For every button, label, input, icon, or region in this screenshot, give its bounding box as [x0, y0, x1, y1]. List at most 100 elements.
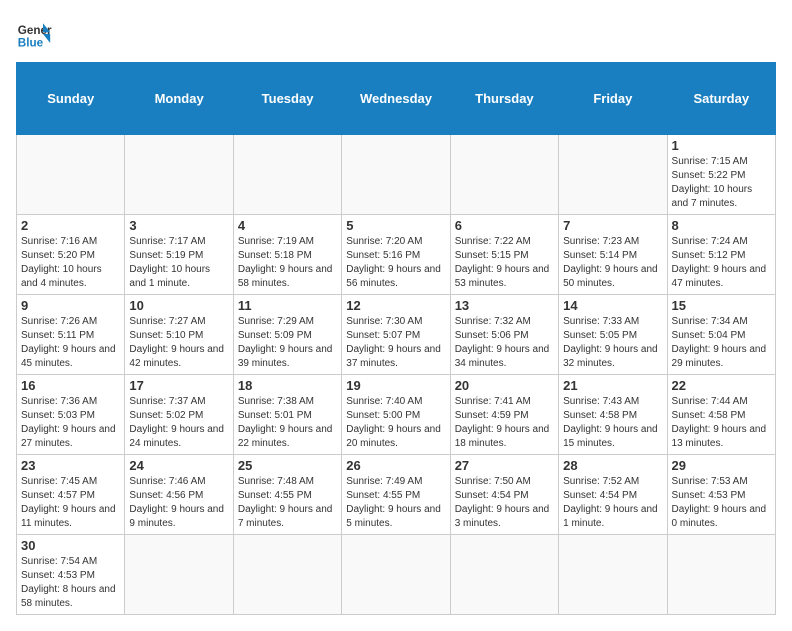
day-info: Sunrise: 7:53 AM Sunset: 4:53 PM Dayligh… [672, 475, 771, 531]
day-number: 3 [129, 218, 228, 233]
day-info: Sunrise: 7:54 AM Sunset: 4:53 PM Dayligh… [21, 555, 120, 611]
calendar-cell: 11 Sunrise: 7:29 AM Sunset: 5:09 PM Dayli… [233, 295, 341, 375]
day-info: Sunrise: 7:40 AM Sunset: 5:00 PM Dayligh… [346, 395, 445, 451]
day-info: Sunrise: 7:26 AM Sunset: 5:11 PM Dayligh… [21, 315, 120, 371]
day-number: 16 [21, 378, 120, 393]
calendar-week-3: 9Sunrise: 7:26 AM Sunset: 5:11 PM Daylig… [17, 295, 776, 375]
calendar-header: SundayMondayTuesdayWednesdayThursdayFrid… [17, 63, 776, 135]
calendar-cell: 17 Sunrise: 7:37 AM Sunset: 5:02 PM Dayli… [125, 375, 233, 455]
calendar-cell [342, 135, 450, 215]
day-info: Sunrise: 7:33 AM Sunset: 5:05 PM Dayligh… [563, 315, 662, 371]
calendar-cell [450, 535, 558, 615]
calendar-cell: 14 Sunrise: 7:33 AM Sunset: 5:05 PM Dayli… [559, 295, 667, 375]
day-info: Sunrise: 7:29 AM Sunset: 5:09 PM Dayligh… [238, 315, 337, 371]
day-number: 15 [672, 298, 771, 313]
day-info: Sunrise: 7:15 AM Sunset: 5:22 PM Dayligh… [672, 155, 771, 211]
calendar-cell: 16Sunrise: 7:36 AM Sunset: 5:03 PM Dayli… [17, 375, 125, 455]
day-number: 21 [563, 378, 662, 393]
day-number: 22 [672, 378, 771, 393]
day-number: 6 [455, 218, 554, 233]
calendar-cell: 26 Sunrise: 7:49 AM Sunset: 4:55 PM Dayli… [342, 455, 450, 535]
calendar-cell [233, 135, 341, 215]
calendar-week-2: 2 Sunrise: 7:16 AM Sunset: 5:20 PM Daylig… [17, 215, 776, 295]
day-number: 28 [563, 458, 662, 473]
calendar-cell: 4 Sunrise: 7:19 AM Sunset: 5:18 PM Daylig… [233, 215, 341, 295]
calendar-cell [125, 135, 233, 215]
calendar-cell: 18 Sunrise: 7:38 AM Sunset: 5:01 PM Dayli… [233, 375, 341, 455]
calendar-cell: 2 Sunrise: 7:16 AM Sunset: 5:20 PM Daylig… [17, 215, 125, 295]
calendar-cell: 28 Sunrise: 7:52 AM Sunset: 4:54 PM Dayli… [559, 455, 667, 535]
weekday-header-friday: Friday [559, 63, 667, 135]
day-number: 23 [21, 458, 120, 473]
calendar-cell: 22 Sunrise: 7:44 AM Sunset: 4:58 PM Dayli… [667, 375, 775, 455]
calendar-cell: 10Sunrise: 7:27 AM Sunset: 5:10 PM Dayli… [125, 295, 233, 375]
calendar-cell [17, 135, 125, 215]
calendar-cell [450, 135, 558, 215]
day-info: Sunrise: 7:37 AM Sunset: 5:02 PM Dayligh… [129, 395, 228, 451]
calendar-cell [559, 135, 667, 215]
calendar-cell [233, 535, 341, 615]
day-info: Sunrise: 7:34 AM Sunset: 5:04 PM Dayligh… [672, 315, 771, 371]
day-info: Sunrise: 7:46 AM Sunset: 4:56 PM Dayligh… [129, 475, 228, 531]
calendar-cell: 3 Sunrise: 7:17 AM Sunset: 5:19 PM Daylig… [125, 215, 233, 295]
day-number: 8 [672, 218, 771, 233]
day-info: Sunrise: 7:38 AM Sunset: 5:01 PM Dayligh… [238, 395, 337, 451]
weekday-header-tuesday: Tuesday [233, 63, 341, 135]
day-info: Sunrise: 7:32 AM Sunset: 5:06 PM Dayligh… [455, 315, 554, 371]
calendar-cell: 21 Sunrise: 7:43 AM Sunset: 4:58 PM Dayli… [559, 375, 667, 455]
calendar-cell [559, 535, 667, 615]
svg-text:Blue: Blue [18, 37, 44, 50]
day-info: Sunrise: 7:16 AM Sunset: 5:20 PM Dayligh… [21, 235, 120, 291]
calendar-cell: 8 Sunrise: 7:24 AM Sunset: 5:12 PM Daylig… [667, 215, 775, 295]
calendar-week-5: 23 Sunrise: 7:45 AM Sunset: 4:57 PM Dayli… [17, 455, 776, 535]
calendar-cell: 6 Sunrise: 7:22 AM Sunset: 5:15 PM Daylig… [450, 215, 558, 295]
day-number: 11 [238, 298, 337, 313]
day-info: Sunrise: 7:50 AM Sunset: 4:54 PM Dayligh… [455, 475, 554, 531]
calendar-cell: 30Sunrise: 7:54 AM Sunset: 4:53 PM Dayli… [17, 535, 125, 615]
day-info: Sunrise: 7:52 AM Sunset: 4:54 PM Dayligh… [563, 475, 662, 531]
calendar-cell [342, 535, 450, 615]
calendar-cell: 25Sunrise: 7:48 AM Sunset: 4:55 PM Dayli… [233, 455, 341, 535]
calendar-week-6: 30Sunrise: 7:54 AM Sunset: 4:53 PM Dayli… [17, 535, 776, 615]
day-info: Sunrise: 7:23 AM Sunset: 5:14 PM Dayligh… [563, 235, 662, 291]
calendar-cell: 12Sunrise: 7:30 AM Sunset: 5:07 PM Dayli… [342, 295, 450, 375]
calendar-cell [125, 535, 233, 615]
day-number: 18 [238, 378, 337, 393]
day-number: 13 [455, 298, 554, 313]
day-info: Sunrise: 7:24 AM Sunset: 5:12 PM Dayligh… [672, 235, 771, 291]
day-info: Sunrise: 7:45 AM Sunset: 4:57 PM Dayligh… [21, 475, 120, 531]
logo-icon: General Blue [16, 16, 52, 52]
day-info: Sunrise: 7:27 AM Sunset: 5:10 PM Dayligh… [129, 315, 228, 371]
day-number: 1 [672, 138, 771, 153]
calendar-cell: 1 Sunrise: 7:15 AM Sunset: 5:22 PM Daylig… [667, 135, 775, 215]
calendar-cell: 27 Sunrise: 7:50 AM Sunset: 4:54 PM Dayli… [450, 455, 558, 535]
day-info: Sunrise: 7:43 AM Sunset: 4:58 PM Dayligh… [563, 395, 662, 451]
day-number: 25 [238, 458, 337, 473]
day-info: Sunrise: 7:49 AM Sunset: 4:55 PM Dayligh… [346, 475, 445, 531]
day-number: 24 [129, 458, 228, 473]
day-number: 2 [21, 218, 120, 233]
calendar-cell: 5 Sunrise: 7:20 AM Sunset: 5:16 PM Daylig… [342, 215, 450, 295]
day-info: Sunrise: 7:17 AM Sunset: 5:19 PM Dayligh… [129, 235, 228, 291]
calendar-table: SundayMondayTuesdayWednesdayThursdayFrid… [16, 62, 776, 615]
calendar-cell: 13 Sunrise: 7:32 AM Sunset: 5:06 PM Dayli… [450, 295, 558, 375]
calendar-week-1: 1 Sunrise: 7:15 AM Sunset: 5:22 PM Daylig… [17, 135, 776, 215]
day-info: Sunrise: 7:30 AM Sunset: 5:07 PM Dayligh… [346, 315, 445, 371]
day-number: 17 [129, 378, 228, 393]
day-number: 27 [455, 458, 554, 473]
day-number: 5 [346, 218, 445, 233]
day-info: Sunrise: 7:19 AM Sunset: 5:18 PM Dayligh… [238, 235, 337, 291]
day-info: Sunrise: 7:22 AM Sunset: 5:15 PM Dayligh… [455, 235, 554, 291]
day-number: 4 [238, 218, 337, 233]
weekday-header-thursday: Thursday [450, 63, 558, 135]
calendar-cell: 23 Sunrise: 7:45 AM Sunset: 4:57 PM Dayli… [17, 455, 125, 535]
weekday-header-saturday: Saturday [667, 63, 775, 135]
day-info: Sunrise: 7:20 AM Sunset: 5:16 PM Dayligh… [346, 235, 445, 291]
day-number: 26 [346, 458, 445, 473]
calendar-cell: 20Sunrise: 7:41 AM Sunset: 4:59 PM Dayli… [450, 375, 558, 455]
weekday-header-monday: Monday [125, 63, 233, 135]
logo: General Blue [16, 16, 56, 52]
calendar-cell: 7Sunrise: 7:23 AM Sunset: 5:14 PM Daylig… [559, 215, 667, 295]
day-number: 14 [563, 298, 662, 313]
day-info: Sunrise: 7:44 AM Sunset: 4:58 PM Dayligh… [672, 395, 771, 451]
